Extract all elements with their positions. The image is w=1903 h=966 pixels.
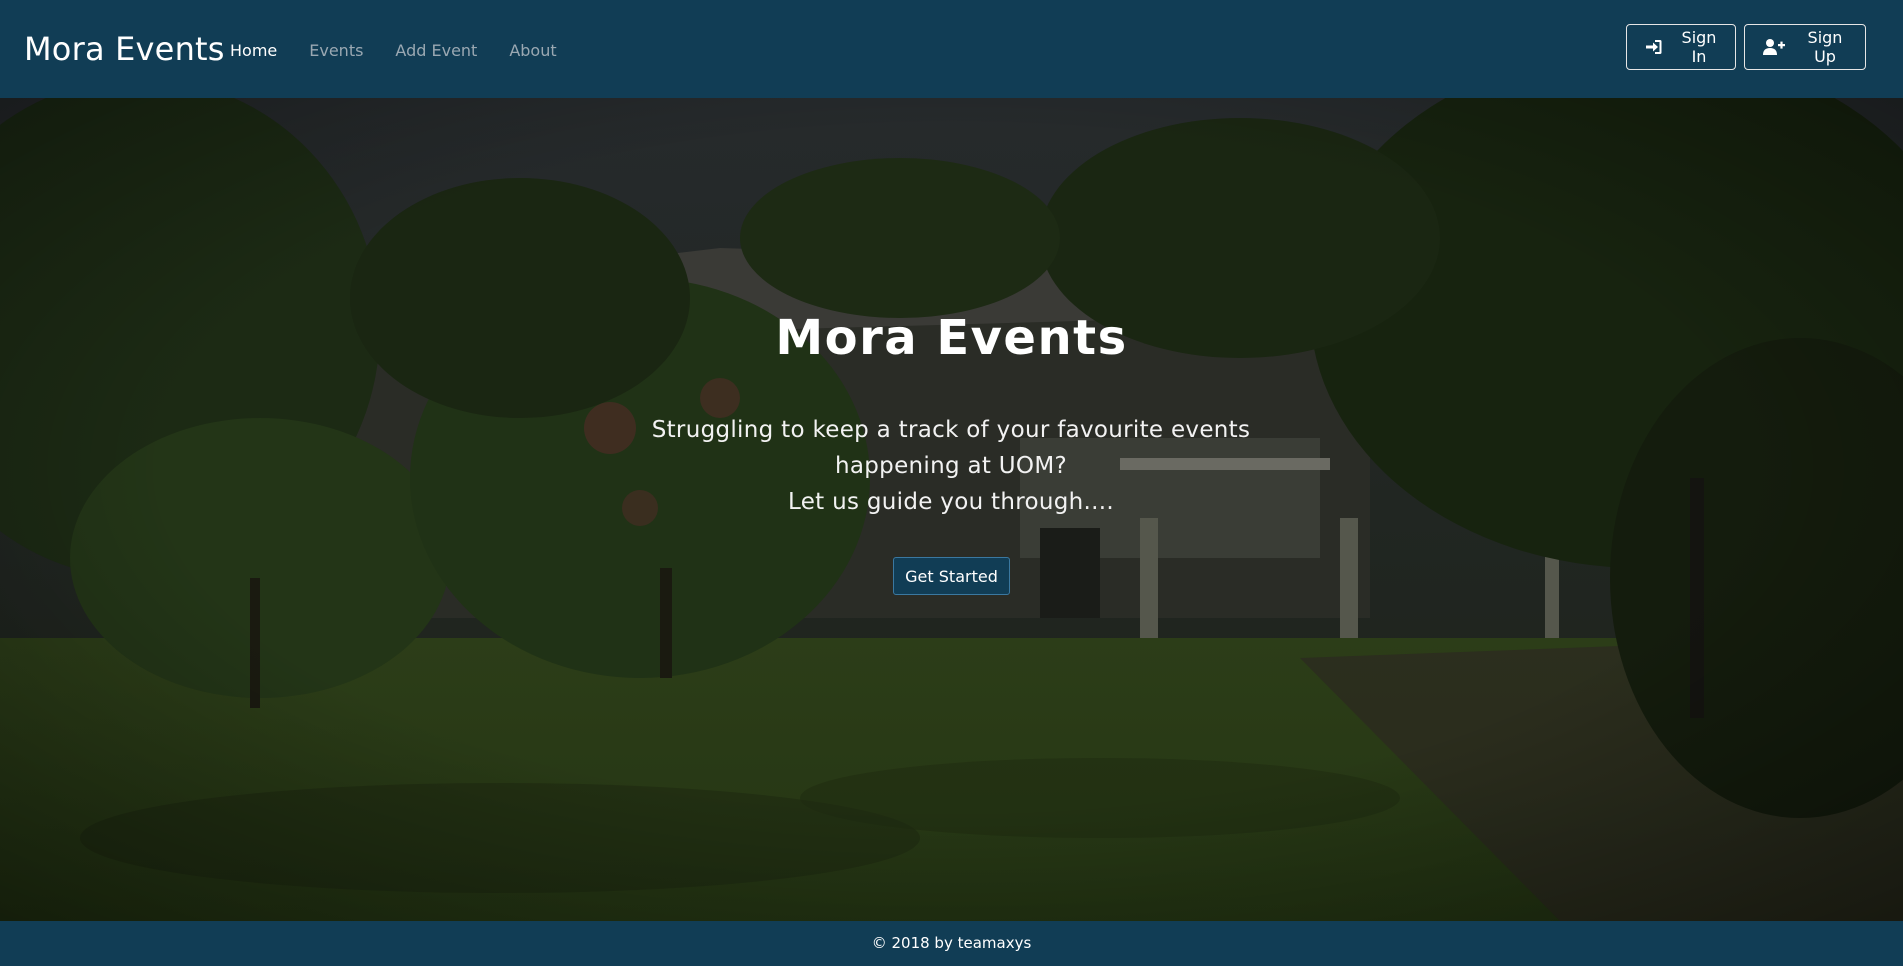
- get-started-button[interactable]: Get Started: [893, 557, 1010, 595]
- hero-content: Mora Events Struggling to keep a track o…: [0, 98, 1903, 921]
- nav-link-about[interactable]: About: [509, 41, 556, 60]
- sign-in-label: Sign In: [1681, 28, 1717, 66]
- sign-in-icon: [1645, 38, 1663, 56]
- sign-up-label: Sign Up: [1807, 28, 1843, 66]
- brand-link[interactable]: Mora Events: [24, 30, 225, 68]
- hero-section: Mora Events Struggling to keep a track o…: [0, 98, 1903, 921]
- hero-tagline: Struggling to keep a track of your favou…: [651, 412, 1251, 520]
- hero-tagline-line2: Let us guide you through....: [788, 489, 1114, 515]
- sign-in-button[interactable]: Sign In: [1626, 24, 1736, 70]
- nav-links: Home Events Add Event About: [230, 41, 589, 60]
- nav-link-home[interactable]: Home: [230, 41, 277, 60]
- hero-tagline-line1: Struggling to keep a track of your favou…: [651, 417, 1251, 479]
- sign-up-button[interactable]: Sign Up: [1744, 24, 1866, 70]
- auth-buttons: Sign In Sign Up: [1626, 24, 1866, 70]
- footer: © 2018 by teamaxys: [0, 921, 1903, 966]
- nav-link-events[interactable]: Events: [309, 41, 363, 60]
- user-plus-icon: [1763, 38, 1785, 56]
- hero-title: Mora Events: [775, 310, 1128, 366]
- navbar: Mora Events Home Events Add Event About …: [0, 0, 1903, 98]
- footer-copyright: © 2018 by teamaxys: [871, 934, 1032, 952]
- nav-link-add-event[interactable]: Add Event: [395, 41, 477, 60]
